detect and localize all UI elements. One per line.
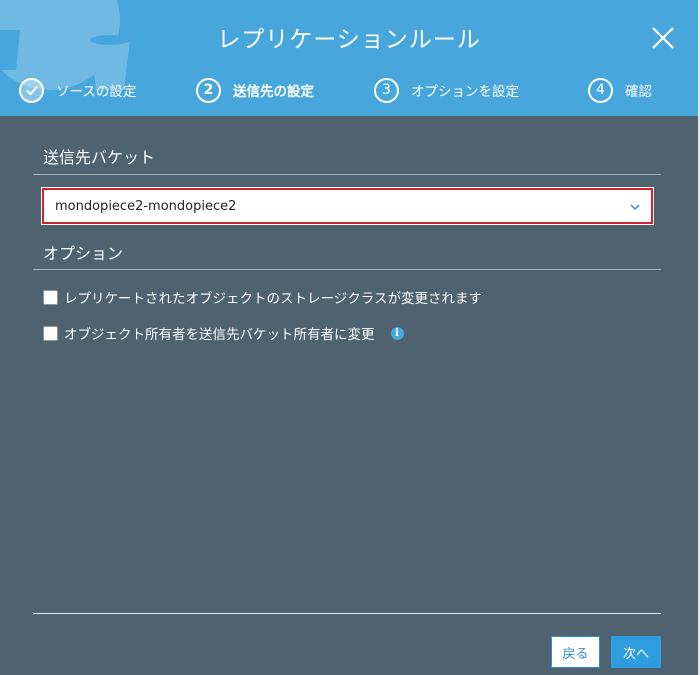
step-3-indicator: 3 <box>374 77 399 103</box>
step-1-indicator <box>19 77 44 103</box>
owner-change-option: オブジェクト所有者を送信先バケット所有者に変更 i <box>43 323 404 343</box>
step-source-settings[interactable]: ソースの設定 <box>19 76 136 104</box>
step-4-indicator: 4 <box>588 77 613 103</box>
storage-class-label: レプリケートされたオブジェクトのストレージクラスが変更されます <box>64 291 482 307</box>
destination-bucket-value: mondopiece2-mondopiece2 <box>55 198 237 214</box>
wizard-steps: ソースの設定 2 送信先の設定 3 オプションを設定 4 確認 <box>0 76 698 104</box>
info-icon[interactable]: i <box>390 326 404 340</box>
owner-change-label: オブジェクト所有者を送信先バケット所有者に変更 <box>64 327 375 343</box>
modal-title: レプリケーションルール <box>217 27 481 53</box>
step-3-label: オプションを設定 <box>411 84 519 100</box>
step-destination-settings[interactable]: 2 送信先の設定 <box>196 76 314 104</box>
step-2-label: 送信先の設定 <box>233 84 314 100</box>
step-2-indicator: 2 <box>196 77 221 103</box>
storage-class-option: レプリケートされたオブジェクトのストレージクラスが変更されます <box>43 287 482 307</box>
options-divider <box>33 269 661 270</box>
back-button[interactable]: 戻る <box>551 636 600 668</box>
destination-bucket-select[interactable]: mondopiece2-mondopiece2 <box>41 187 654 225</box>
storage-class-checkbox[interactable] <box>43 289 58 305</box>
footer-divider <box>33 613 661 614</box>
destination-bucket-heading: 送信先バケット <box>43 148 156 167</box>
step-4-label: 確認 <box>625 84 652 100</box>
modal-header: レプリケーションルール ソースの設定 2 送信先の設定 3 オプションを設定 4… <box>0 0 698 116</box>
close-icon[interactable] <box>650 25 676 51</box>
owner-change-checkbox[interactable] <box>43 325 58 341</box>
step-option-settings[interactable]: 3 オプションを設定 <box>374 76 519 104</box>
replication-rule-modal: レプリケーションルール ソースの設定 2 送信先の設定 3 オプションを設定 4… <box>0 0 700 675</box>
step-1-label: ソースの設定 <box>56 84 137 100</box>
chevron-down-icon <box>630 204 640 211</box>
check-icon <box>25 85 38 96</box>
step-review[interactable]: 4 確認 <box>588 76 652 104</box>
options-heading: オプション <box>43 244 124 263</box>
destination-divider <box>33 174 661 175</box>
next-button[interactable]: 次へ <box>611 636 661 668</box>
